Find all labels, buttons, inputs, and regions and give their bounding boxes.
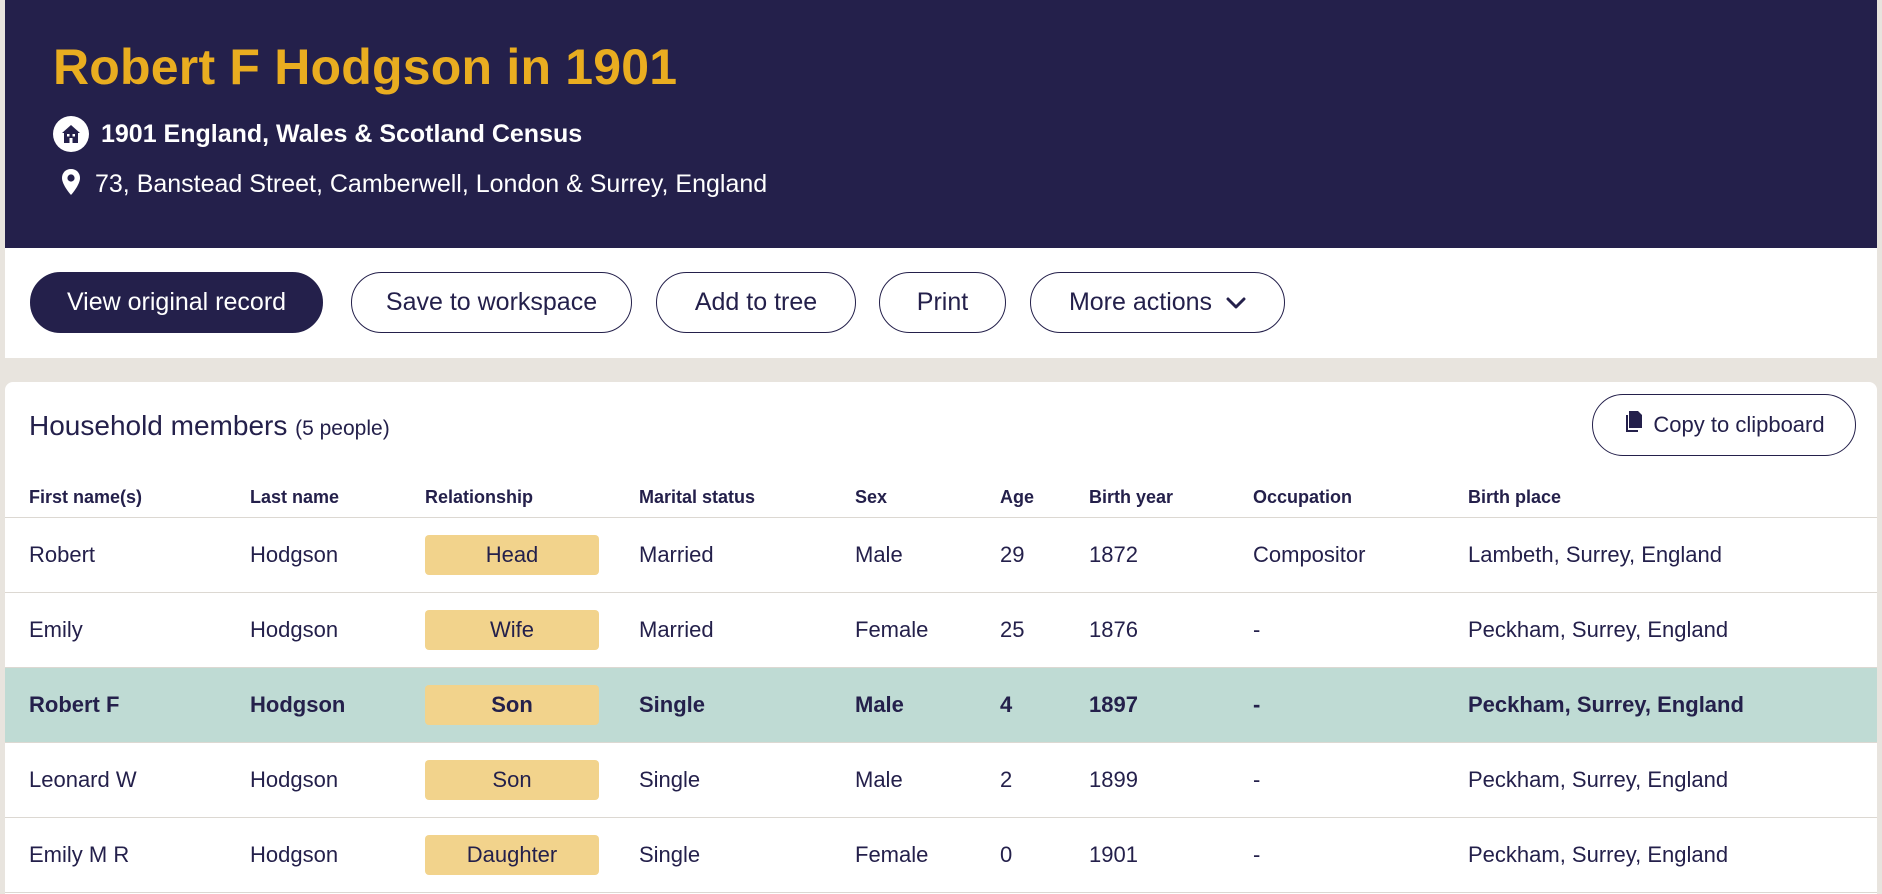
map-pin-icon [61, 168, 81, 201]
relationship-badge: Son [425, 760, 599, 800]
cell-age: 2 [1000, 767, 1013, 792]
more-actions-label: More actions [1068, 288, 1213, 316]
record-header: Robert F Hodgson in 1901 1901 England, W… [5, 0, 1877, 248]
more-actions-button[interactable]: More actions [1030, 272, 1285, 333]
collection-name: 1901 England, Wales & Scotland Census [101, 119, 583, 148]
action-bar: View original record Save to workspace A… [5, 248, 1877, 358]
relationship-badge: Daughter [425, 835, 599, 875]
table-row[interactable]: Emily Hodgson Wife Married Female 25 187… [5, 593, 1877, 668]
cell-age: 29 [1000, 542, 1025, 567]
column-header-birth-place: Birth place [1468, 487, 1562, 507]
cell-occupation: Compositor [1253, 542, 1366, 567]
cell-birth-place: Peckham, Surrey, England [1468, 842, 1729, 867]
cell-first-name: Robert [29, 542, 96, 567]
collection-row: 1901 England, Wales & Scotland Census [53, 116, 582, 152]
cell-occupation: - [1253, 617, 1261, 642]
location-row: 73, Banstead Street, Camberwell, London … [61, 168, 767, 200]
column-header-occupation: Occupation [1253, 487, 1353, 507]
column-header-last-name: Last name [250, 487, 340, 507]
cell-sex: Male [855, 542, 903, 567]
relationship-badge: Son [425, 685, 599, 725]
column-header-first-name: First name(s) [29, 487, 143, 507]
column-header-marital-status: Marital status [639, 487, 756, 507]
cell-marital-status: Single [639, 842, 701, 867]
cell-birth-year: 1899 [1089, 767, 1138, 792]
cell-occupation: - [1253, 767, 1261, 792]
table-row-selected[interactable]: Robert F Hodgson Son Single Male 4 1897 … [5, 668, 1877, 743]
relationship-badge: Wife [425, 610, 599, 650]
column-header-age: Age [1000, 487, 1035, 507]
cell-first-name: Emily M R [29, 842, 130, 867]
cell-birth-place: Peckham, Surrey, England [1468, 767, 1729, 792]
cell-first-name: Robert F [29, 692, 120, 717]
household-table-body: Robert Hodgson Head Married Male 29 1872… [5, 518, 1877, 893]
cell-occupation: - [1253, 842, 1261, 867]
add-to-tree-button[interactable]: Add to tree [656, 272, 856, 333]
cell-first-name: Leonard W [29, 767, 137, 792]
relationship-badge: Head [425, 535, 599, 575]
cell-last-name: Hodgson [250, 542, 339, 567]
table-row[interactable]: Leonard W Hodgson Son Single Male 2 1899… [5, 743, 1877, 818]
table-row[interactable]: Emily M R Hodgson Daughter Single Female… [5, 818, 1877, 893]
cell-first-name: Emily [29, 617, 83, 642]
cell-sex: Male [855, 692, 904, 717]
cell-last-name: Hodgson [250, 617, 339, 642]
cell-last-name: Hodgson [250, 692, 346, 717]
cell-birth-place: Lambeth, Surrey, England [1468, 542, 1722, 567]
cell-birth-place: Peckham, Surrey, England [1468, 692, 1744, 717]
column-header-sex: Sex [855, 487, 888, 507]
cell-age: 4 [1000, 692, 1013, 717]
cell-birth-year: 1872 [1089, 542, 1138, 567]
chevron-down-icon [1226, 288, 1246, 317]
table-row[interactable]: Robert Hodgson Head Married Male 29 1872… [5, 518, 1877, 593]
copy-to-clipboard-label: Copy to clipboard [1653, 412, 1825, 437]
cell-marital-status: Married [639, 617, 714, 642]
cell-age: 0 [1000, 842, 1013, 867]
save-to-workspace-button[interactable]: Save to workspace [351, 272, 632, 333]
view-original-record-button[interactable]: View original record [30, 272, 323, 333]
household-title: Household members [29, 410, 288, 441]
cell-sex: Female [855, 842, 929, 867]
cell-birth-year: 1897 [1089, 692, 1138, 717]
cell-occupation: - [1253, 692, 1261, 717]
cell-last-name: Hodgson [250, 767, 339, 792]
clipboard-icon [1623, 410, 1643, 440]
table-header: First name(s) Last name Relationship Mar… [5, 477, 1877, 518]
cell-age: 25 [1000, 617, 1025, 642]
cell-marital-status: Married [639, 542, 714, 567]
cell-last-name: Hodgson [250, 842, 339, 867]
column-header-birth-year: Birth year [1089, 487, 1174, 507]
copy-to-clipboard-button[interactable]: Copy to clipboard [1592, 394, 1856, 456]
address-text: 73, Banstead Street, Camberwell, London … [95, 169, 768, 198]
column-header-relationship: Relationship [425, 487, 534, 507]
cell-sex: Male [855, 767, 903, 792]
cell-birth-year: 1876 [1089, 617, 1138, 642]
cell-marital-status: Single [639, 692, 706, 717]
print-button[interactable]: Print [879, 272, 1006, 333]
page-title: Robert F Hodgson in 1901 [53, 39, 678, 95]
household-members-card: Household members (5 people) Copy to cli… [5, 382, 1877, 894]
household-heading: Household members (5 people) [29, 410, 390, 442]
cell-marital-status: Single [639, 767, 701, 792]
cell-sex: Female [855, 617, 929, 642]
census-house-icon [53, 116, 89, 152]
household-count: (5 people) [295, 417, 390, 440]
cell-birth-year: 1901 [1089, 842, 1138, 867]
cell-birth-place: Peckham, Surrey, England [1468, 617, 1729, 642]
